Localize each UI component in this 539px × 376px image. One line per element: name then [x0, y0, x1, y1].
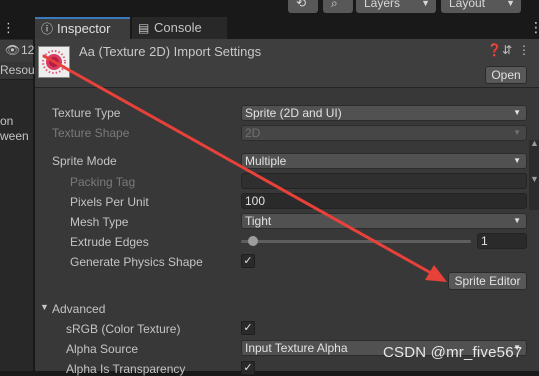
chevron-down-icon: ▼: [513, 156, 521, 165]
extrude-edges-input[interactable]: 1: [477, 233, 527, 249]
tab-bar: ⓘ Inspector ▤ Console ⋮: [33, 17, 539, 39]
chevron-down-icon: ▼: [513, 108, 521, 117]
layout-dropdown[interactable]: Layout ▼: [441, 0, 521, 13]
foldout-arrow-icon[interactable]: ▼: [40, 302, 49, 312]
tab-console-label: Console: [154, 20, 202, 35]
texture-type-label: Texture Type: [52, 106, 121, 120]
texture-shape-value: 2D: [245, 126, 261, 140]
left-panel-tab[interactable]: Resou: [0, 62, 35, 80]
chevron-down-icon: ▼: [513, 128, 521, 137]
layers-dropdown[interactable]: Layers ▼: [356, 0, 436, 13]
scrollbar[interactable]: ▲ ▼: [529, 138, 539, 210]
sprite-mode-dropdown[interactable]: Multiple ▼: [241, 153, 527, 169]
inspector-title: Aa (Texture 2D) Import Settings: [79, 44, 262, 59]
watermark: CSDN @mr_five567: [383, 344, 523, 361]
alpha-source-value: Input Texture Alpha: [245, 341, 348, 355]
more-options-icon[interactable]: ⋮: [2, 20, 15, 36]
extrude-edges-value: 1: [481, 234, 488, 248]
sprite-mode-label: Sprite Mode: [52, 154, 117, 168]
left-tab-strip: ⋮: [0, 17, 33, 39]
advanced-foldout[interactable]: Advanced: [52, 302, 105, 316]
history-icon: ⟲: [296, 0, 307, 10]
texture-shape-dropdown: 2D ▼: [241, 125, 527, 141]
packing-tag-input: [241, 173, 527, 189]
more-options-icon[interactable]: ⋮: [518, 43, 530, 57]
pixels-per-unit-input[interactable]: 100: [241, 193, 527, 209]
texture-shape-label: Texture Shape: [52, 126, 130, 140]
alpha-is-transparency-checkbox[interactable]: ✓: [241, 361, 255, 375]
tab-inspector-label: Inspector: [57, 21, 111, 36]
pixels-per-unit-label: Pixels Per Unit: [70, 195, 149, 209]
extrude-edges-slider-handle[interactable]: [248, 236, 258, 246]
more-options-icon[interactable]: ⋮: [529, 19, 539, 36]
tab-inspector[interactable]: ⓘ Inspector: [35, 17, 130, 39]
chevron-down-icon: ▼: [421, 0, 430, 8]
layout-label: Layout: [449, 0, 486, 10]
scroll-up-icon[interactable]: ▲: [530, 138, 539, 148]
generate-physics-shape-checkbox[interactable]: ✓: [241, 254, 255, 268]
visibility-count: 12: [21, 43, 35, 57]
console-icon: ▤: [138, 21, 150, 35]
info-icon: ⓘ: [41, 22, 54, 36]
search-button[interactable]: ⌕: [323, 0, 353, 13]
scroll-down-icon[interactable]: ▼: [530, 174, 539, 184]
scene-visibility-toolbar: 👁 12: [0, 40, 35, 62]
open-button[interactable]: Open: [485, 66, 527, 84]
alpha-is-transparency-label: Alpha Is Transparency: [66, 362, 186, 376]
mesh-type-label: Mesh Type: [70, 215, 129, 229]
sprite-mode-value: Multiple: [245, 154, 287, 168]
top-toolbar: ⟲ ⌕ Layers ▼ Layout ▼: [0, 0, 539, 17]
extrude-edges-label: Extrude Edges: [70, 235, 149, 249]
chevron-down-icon: ▼: [513, 216, 521, 225]
texture-thumbnail: [38, 46, 70, 78]
texture-type-value: Sprite (2D and UI): [245, 106, 342, 120]
left-panel: [0, 36, 33, 371]
pixels-per-unit-value: 100: [245, 194, 266, 208]
generate-physics-shape-label: Generate Physics Shape: [70, 255, 203, 269]
chevron-down-icon: ▼: [506, 0, 515, 8]
mesh-type-dropdown[interactable]: Tight ▼: [241, 213, 527, 229]
alpha-source-label: Alpha Source: [66, 342, 139, 356]
sprite-editor-button[interactable]: Sprite Editor: [448, 272, 527, 290]
hierarchy-item[interactable]: ween: [0, 129, 29, 143]
packing-tag-label: Packing Tag: [70, 175, 136, 189]
help-icon[interactable]: ❓: [487, 43, 502, 57]
mesh-type-value: Tight: [245, 214, 272, 228]
layers-label: Layers: [364, 0, 401, 10]
srgb-checkbox[interactable]: ✓: [241, 321, 255, 335]
hierarchy-item[interactable]: on: [0, 114, 13, 128]
extrude-edges-slider[interactable]: [241, 240, 471, 243]
texture-type-dropdown[interactable]: Sprite (2D and UI) ▼: [241, 105, 527, 121]
search-icon: ⌕: [331, 0, 338, 10]
history-button[interactable]: ⟲: [288, 0, 318, 13]
srgb-label: sRGB (Color Texture): [66, 322, 181, 336]
tab-console[interactable]: ▤ Console: [132, 17, 227, 39]
eye-off-icon[interactable]: 👁: [5, 43, 20, 57]
resources-tab-label: Resou: [0, 63, 35, 77]
preset-icon[interactable]: ⇵: [502, 43, 512, 57]
